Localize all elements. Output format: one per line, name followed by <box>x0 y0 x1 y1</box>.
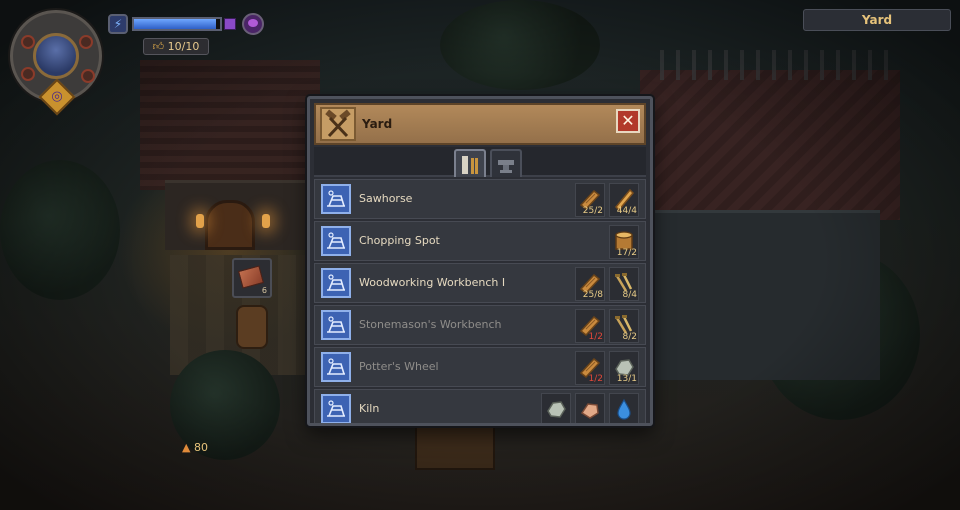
requirement-slot: 8/2 <box>609 309 639 343</box>
potters-wheel-blueprint-icon <box>321 352 351 382</box>
energy-cap-icon <box>224 18 236 30</box>
clay-icon <box>576 397 604 421</box>
requirement-slot: 1/2 <box>575 351 605 385</box>
requirements: 1/2 13/1 <box>575 351 639 385</box>
sawhorse-blueprint-icon <box>321 184 351 214</box>
approval-counter: 👍︎ 10/10 <box>143 38 209 55</box>
requirements <box>541 393 639 423</box>
requirement-count: 25/8 <box>582 290 603 300</box>
requirement-slot: 25/8 <box>575 267 605 301</box>
requirements: 25/2 44/4 <box>575 183 639 217</box>
requirement-slot: 8/4 <box>609 267 639 301</box>
requirement-count: 1/2 <box>588 374 603 384</box>
buildable-row[interactable]: Stonemason's Workbench 1/2 8/2 <box>314 305 646 345</box>
crossed-hammers-icon <box>320 107 356 141</box>
requirements: 25/8 8/4 <box>575 267 639 301</box>
buildable-row[interactable]: Potter's Wheel 1/2 13/1 <box>314 347 646 387</box>
requirement-count: 8/4 <box>622 290 637 300</box>
anvil-icon <box>498 160 514 173</box>
wheel-slot-icon[interactable] <box>81 69 95 83</box>
energy-bar <box>132 17 222 31</box>
requirements: 1/2 8/2 <box>575 309 639 343</box>
buildable-list: Sawhorse 25/2 44/4 Chopping Spot 17/2 Woodwor… <box>314 179 646 423</box>
wheel-slot-icon[interactable] <box>79 35 93 49</box>
approval-value: 10/10 <box>167 40 200 53</box>
build-panel: Yard ✕ Sawhorse 25/2 44/4 Chopping Spot 17/2… <box>307 96 653 426</box>
buildable-label: Kiln <box>359 402 380 415</box>
buildable-label: Chopping Spot <box>359 234 440 247</box>
buildable-label: Potter's Wheel <box>359 360 439 373</box>
tab-woodworking[interactable] <box>454 149 486 177</box>
requirement-slot: 13/1 <box>609 351 639 385</box>
inventory-slot-count: 6 <box>261 286 267 295</box>
thumbs-up-icon: 👍︎ <box>152 40 165 53</box>
wheel-slot-icon[interactable] <box>21 67 35 81</box>
buildable-row[interactable]: Woodworking Workbench I 25/8 8/4 <box>314 263 646 303</box>
lightning-icon: ⚡ <box>108 14 128 34</box>
saw-icon <box>462 156 478 174</box>
requirement-count: 8/2 <box>622 332 637 342</box>
requirements: 17/2 <box>609 225 639 259</box>
day-night-icon <box>33 33 79 79</box>
buildable-row[interactable]: Kiln <box>314 389 646 423</box>
panel-header: Yard ✕ <box>314 103 646 145</box>
requirement-slot: 25/2 <box>575 183 605 217</box>
requirement-slot: 17/2 <box>609 225 639 259</box>
requirement-slot: 1/2 <box>575 309 605 343</box>
buildable-label: Stonemason's Workbench <box>359 318 502 331</box>
light-value: 80 <box>193 441 208 454</box>
buildable-label: Sawhorse <box>359 192 413 205</box>
buildable-label: Woodworking Workbench I <box>359 276 506 289</box>
requirement-count: 44/4 <box>616 206 637 216</box>
axe-blueprint-icon <box>321 226 351 256</box>
inventory-slot[interactable]: 6 <box>232 258 272 298</box>
requirement-count: 1/2 <box>588 332 603 342</box>
location-label: Yard <box>803 9 951 31</box>
water-icon <box>610 397 638 421</box>
requirement-slot: 44/4 <box>609 183 639 217</box>
tab-strip <box>314 147 646 177</box>
flame-icon: ▲ <box>182 441 191 454</box>
faith-orb-icon[interactable] <box>242 13 264 35</box>
requirement-count: 17/2 <box>616 248 637 258</box>
requirement-count: 25/2 <box>582 206 603 216</box>
buildable-row[interactable]: Chopping Spot 17/2 <box>314 221 646 261</box>
kiln-blueprint-icon <box>321 394 351 423</box>
buildable-row[interactable]: Sawhorse 25/2 44/4 <box>314 179 646 219</box>
requirement-slot <box>575 393 605 423</box>
requirement-count: 13/1 <box>616 374 637 384</box>
requirement-slot <box>609 393 639 423</box>
tab-smithing[interactable] <box>490 149 522 177</box>
brick-icon <box>238 265 264 289</box>
requirement-slot <box>541 393 571 423</box>
light-counter: ▲ 80 <box>182 441 208 454</box>
stone-icon <box>542 397 570 421</box>
energy-fill <box>134 19 216 29</box>
energy-bar-row: ⚡ <box>108 13 264 35</box>
close-icon: ✕ <box>621 111 635 130</box>
stonemason-blueprint-icon <box>321 310 351 340</box>
wheel-slot-icon[interactable] <box>21 35 35 49</box>
workbench-blueprint-icon <box>321 268 351 298</box>
panel-title: Yard <box>362 117 393 131</box>
close-button[interactable]: ✕ <box>616 109 640 133</box>
